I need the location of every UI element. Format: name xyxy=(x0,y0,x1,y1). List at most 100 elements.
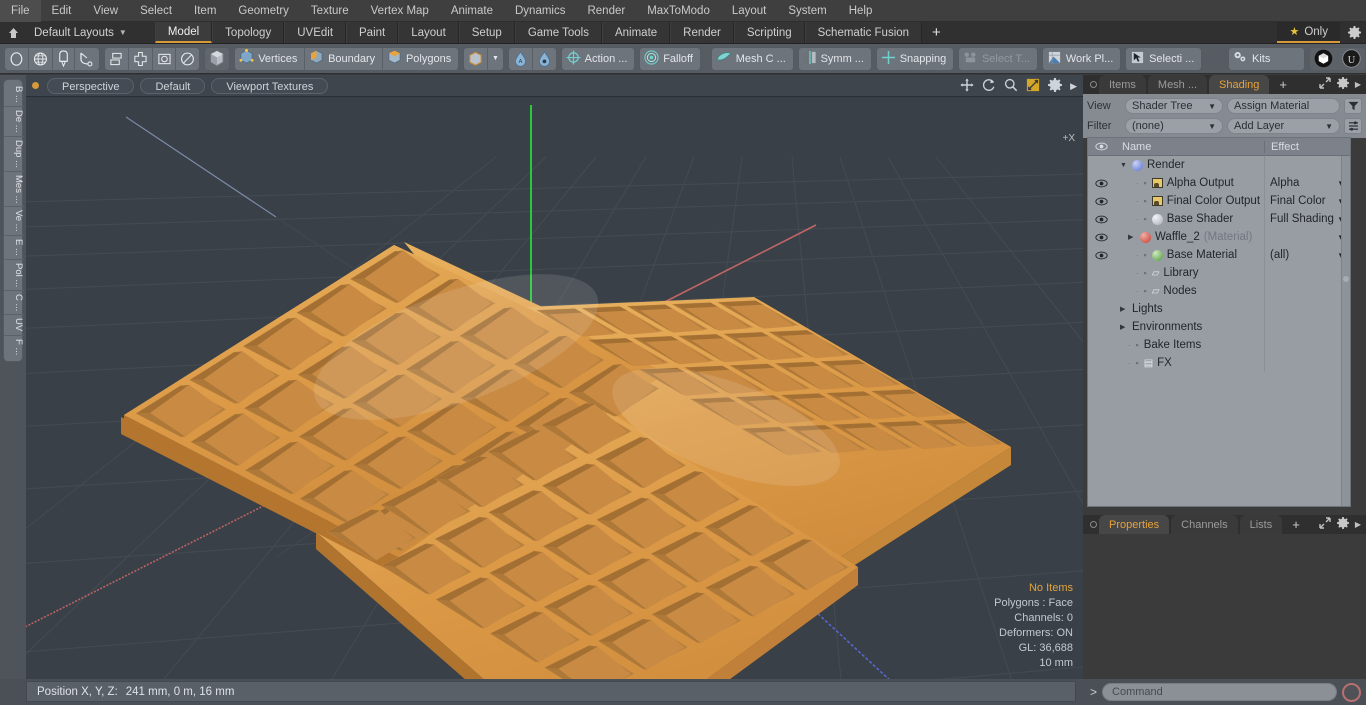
tab-shading[interactable]: Shading xyxy=(1209,75,1270,94)
tab-channels[interactable]: Channels xyxy=(1171,515,1238,534)
menu-item-file[interactable]: File xyxy=(0,0,41,22)
layout-tab-model[interactable]: Model xyxy=(154,22,213,43)
falloff-button[interactable]: Falloff xyxy=(640,48,700,70)
left-tab-c[interactable]: C ... xyxy=(4,291,24,316)
command-input[interactable]: Command xyxy=(1102,683,1337,701)
menu-item-system[interactable]: System xyxy=(777,0,837,22)
add-layout-tab-button[interactable]: + xyxy=(922,22,951,43)
layout-tab-setup[interactable]: Setup xyxy=(458,22,515,43)
menu-item-animate[interactable]: Animate xyxy=(440,0,504,22)
gear-icon[interactable] xyxy=(1336,77,1349,92)
chevron-right-icon[interactable]: ▶ xyxy=(1128,233,1136,241)
menu-item-edit[interactable]: Edit xyxy=(41,0,83,22)
substance-icon[interactable] xyxy=(1310,47,1339,70)
cube-icon[interactable] xyxy=(205,48,229,70)
shader-tree-row[interactable]: ▶ Waffle_2 (Material) ▼ xyxy=(1088,228,1350,246)
left-tab-dup[interactable]: Dup ... xyxy=(4,137,24,172)
chevron-down-icon[interactable]: ▼ xyxy=(488,48,503,70)
expand-icon[interactable] xyxy=(1319,517,1331,532)
tab-add[interactable]: + xyxy=(1271,75,1295,94)
gear-icon[interactable] xyxy=(1336,517,1349,532)
left-tab-ve[interactable]: Ve ... xyxy=(4,207,24,236)
work-plane-button[interactable]: Work Pl... xyxy=(1043,48,1120,70)
shader-tree-row[interactable]: · ▪ Base Material (all)▼ xyxy=(1088,246,1350,264)
filter-dropdown[interactable]: (none) ▼ xyxy=(1125,118,1223,134)
ellipse-icon[interactable] xyxy=(5,47,29,70)
funnel-icon[interactable] xyxy=(1344,98,1362,114)
frame-icon[interactable] xyxy=(153,47,177,70)
viewport-canvas[interactable]: Y X Z +X No Items Polygons : Face Channe… xyxy=(26,97,1083,679)
chevron-right-icon[interactable]: ▶ xyxy=(1355,520,1361,529)
shader-tree-row[interactable]: ▼ Render xyxy=(1088,156,1350,174)
shader-tree-row-effect[interactable]: Final Color▼ xyxy=(1264,192,1350,210)
panel-menu-icon[interactable] xyxy=(1087,75,1099,94)
chevron-down-icon[interactable]: ▼ xyxy=(1120,162,1128,169)
assign-material-button[interactable]: Assign Material xyxy=(1227,98,1340,114)
shader-tree-row[interactable]: · ▪ Bake Items xyxy=(1088,336,1350,354)
radial-icon[interactable] xyxy=(176,48,199,70)
drop-blue2-icon[interactable] xyxy=(533,48,556,70)
pen-icon[interactable] xyxy=(53,47,75,70)
shader-tree-scrollbar[interactable] xyxy=(1341,156,1350,506)
selection-sets-button[interactable]: Selecti ... xyxy=(1126,48,1201,70)
eye-icon[interactable] xyxy=(1088,197,1114,206)
symmetry-button[interactable]: Symm ... xyxy=(799,48,871,70)
globe-icon[interactable] xyxy=(29,47,53,70)
boundary-button[interactable]: Boundary xyxy=(305,47,384,70)
shader-tree-row-effect[interactable] xyxy=(1264,264,1350,282)
align-icon[interactable] xyxy=(105,47,129,70)
viewport-textures-dropdown[interactable]: Viewport Textures xyxy=(211,77,329,94)
left-tab-f[interactable]: F ... xyxy=(4,336,24,358)
center-icon[interactable] xyxy=(129,47,153,70)
shader-tree-row[interactable]: ▶ Lights xyxy=(1088,300,1350,318)
layout-tab-scripting[interactable]: Scripting xyxy=(733,22,805,43)
menu-item-render[interactable]: Render xyxy=(576,0,636,22)
expand-icon[interactable] xyxy=(1319,77,1331,92)
tab-add[interactable]: + xyxy=(1284,515,1308,534)
shader-tree-row[interactable]: · ▪ Final Color OutputFinal Color▼ xyxy=(1088,192,1350,210)
panel-menu-icon[interactable] xyxy=(1087,515,1099,534)
shader-tree-row[interactable]: · ▪ ▱ Nodes xyxy=(1088,282,1350,300)
record-icon[interactable] xyxy=(1342,682,1361,702)
gear-icon[interactable] xyxy=(1342,22,1366,43)
view-dropdown[interactable]: Shader Tree ▼ xyxy=(1125,98,1223,114)
menu-item-dynamics[interactable]: Dynamics xyxy=(504,0,576,22)
action-center-button[interactable]: Action ... xyxy=(562,48,635,70)
mesh-constraint-button[interactable]: Mesh C ... xyxy=(712,48,793,70)
shader-tree-row[interactable]: · ▪ Alpha Output Alpha▼ xyxy=(1088,174,1350,192)
menu-item-geometry[interactable]: Geometry xyxy=(227,0,300,22)
shader-tree-row-effect[interactable]: Alpha▼ xyxy=(1264,174,1350,192)
vertices-button[interactable]: Vertices xyxy=(235,47,306,70)
scrollbar-knob[interactable] xyxy=(1343,276,1349,282)
viewport-projection-dropdown[interactable]: Perspective xyxy=(47,77,135,94)
chevron-right-icon[interactable]: ▶ xyxy=(1120,323,1128,331)
gear-icon[interactable] xyxy=(1048,77,1063,95)
left-tab-uv[interactable]: UV xyxy=(4,315,24,336)
eye-icon[interactable] xyxy=(1088,233,1114,242)
list-icon[interactable] xyxy=(1344,118,1362,134)
add-layer-dropdown[interactable]: Add Layer ▼ xyxy=(1227,118,1340,134)
rotate-icon[interactable] xyxy=(982,78,996,95)
snapping-button[interactable]: Snapping xyxy=(877,48,953,70)
left-tab-e[interactable]: E ... xyxy=(4,236,24,260)
layout-tab-animate[interactable]: Animate xyxy=(601,22,671,43)
shader-tree-row[interactable]: · ▪ Base Shader Full Shading▼ xyxy=(1088,210,1350,228)
layout-tab-render[interactable]: Render xyxy=(670,22,734,43)
kits-button[interactable]: Kits xyxy=(1229,48,1304,70)
shader-tree-row-effect[interactable] xyxy=(1264,318,1350,336)
fit-icon[interactable] xyxy=(1026,78,1040,95)
menu-item-maxtomodo[interactable]: MaxToModo xyxy=(636,0,721,22)
shader-tree[interactable]: Name Effect ▼Render· ▪Alpha OutputAlpha▼… xyxy=(1087,137,1351,507)
layout-tab-game-tools[interactable]: Game Tools xyxy=(514,22,602,43)
tab-properties[interactable]: Properties xyxy=(1099,515,1170,534)
move-icon[interactable] xyxy=(960,77,974,95)
polygons-button[interactable]: Polygons xyxy=(383,48,458,70)
item-cube-icon[interactable] xyxy=(464,47,488,70)
unreal-icon[interactable]: U xyxy=(1338,48,1365,70)
shader-tree-row-effect[interactable]: Full Shading▼ xyxy=(1264,210,1350,228)
menu-item-vertex-map[interactable]: Vertex Map xyxy=(360,0,440,22)
home-icon[interactable] xyxy=(0,22,26,43)
chevron-right-icon[interactable]: ▶ xyxy=(1070,81,1077,92)
layout-tab-uvedit[interactable]: UVEdit xyxy=(284,22,347,43)
layout-tab-topology[interactable]: Topology xyxy=(212,22,285,43)
